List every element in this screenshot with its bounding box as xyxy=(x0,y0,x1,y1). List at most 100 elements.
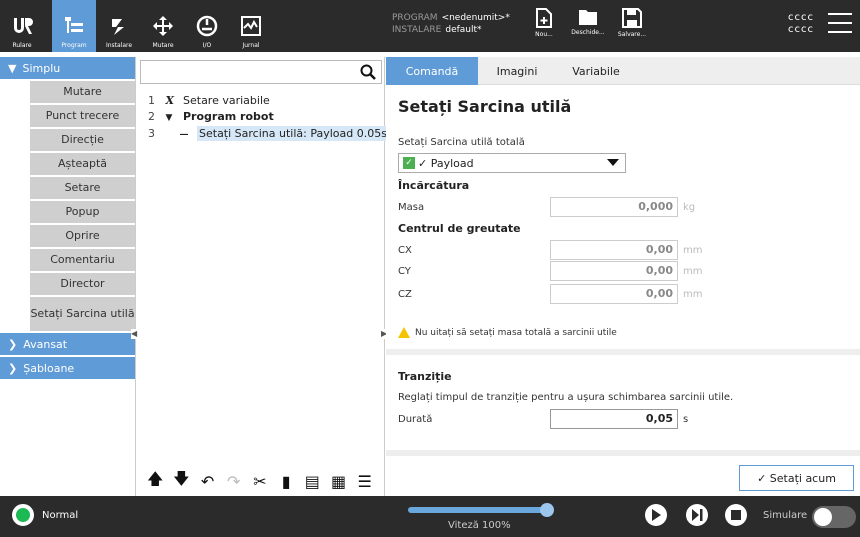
move-up-icon[interactable]: 🡅 xyxy=(144,468,166,495)
node-palette: ▼ Simplu Mutare Punct trecere Direcție A… xyxy=(0,57,135,496)
duration-field[interactable]: 0,05 xyxy=(550,409,678,429)
cz-label: CZ xyxy=(398,289,412,300)
log-tab-label: Jurnal xyxy=(242,42,260,49)
installation-icon xyxy=(106,13,132,39)
save-label: Salvare... xyxy=(617,31,647,38)
speed-slider[interactable] xyxy=(408,503,554,517)
tree-line-selected[interactable]: 3 — Setați Sarcina utilă: Payload 0.05s xyxy=(148,126,389,141)
warning-message: Nu uitați să setați masa totală a sarcin… xyxy=(398,327,617,338)
simulation-toggle[interactable] xyxy=(812,506,856,528)
new-file-icon xyxy=(536,8,552,28)
collapse-left-handle[interactable]: ◀ xyxy=(131,329,139,339)
copy-icon[interactable]: ▮ xyxy=(275,472,297,491)
nav-item-punct-trecere[interactable]: Punct trecere xyxy=(30,105,135,127)
robot-status[interactable]: Normal xyxy=(12,504,78,526)
installation-label: INSTALARE xyxy=(392,25,442,35)
nav-item-setati-sarcina[interactable]: Setați Sarcina utilă xyxy=(30,297,135,331)
program-name: <nedenumit>* xyxy=(441,13,510,23)
header-bar: Rulare Program Instalare Mutare I/O Jurn… xyxy=(0,0,860,52)
log-tab-button[interactable]: Jurnal xyxy=(229,0,273,52)
transition-description: Reglați timpul de tranziție pentru a ușu… xyxy=(398,392,734,403)
new-program-button[interactable]: Nou... xyxy=(522,8,566,48)
cy-label: CY xyxy=(398,266,411,277)
toggle-knob xyxy=(814,508,832,526)
cy-field[interactable]: 0,00 xyxy=(550,261,678,281)
mass-field[interactable]: 0,000 xyxy=(550,197,678,217)
move-down-icon[interactable]: 🡇 xyxy=(170,468,192,495)
warning-icon xyxy=(398,327,410,338)
cx-field[interactable]: 0,00 xyxy=(550,240,678,260)
page-title: Setați Sarcina utilă xyxy=(398,97,572,116)
search-icon[interactable] xyxy=(360,64,376,80)
chevron-right-icon: ❯ xyxy=(8,337,18,351)
section-divider xyxy=(386,450,860,456)
line-number: 1 xyxy=(148,94,155,107)
nav-item-asteapta[interactable]: Așteaptă xyxy=(30,153,135,175)
expand-arrow-icon[interactable]: ▼ xyxy=(166,113,180,123)
category-sabloane-label: Șabloane xyxy=(23,361,75,375)
cz-field[interactable]: 0,00 xyxy=(550,284,678,304)
transition-section-title: Tranziție xyxy=(398,370,452,383)
nav-item-directie[interactable]: Direcție xyxy=(30,129,135,151)
tree-line[interactable]: 1 X Setare variabile xyxy=(148,94,270,107)
total-payload-label: Setați Sarcina utilă totală xyxy=(398,137,525,148)
run-tab-label: Rulare xyxy=(12,42,32,49)
payload-select-value: ✓ Payload xyxy=(418,156,474,170)
io-tab-label: I/O xyxy=(202,42,212,49)
tab-imagini[interactable]: Imagini xyxy=(478,57,556,85)
installation-tab-button[interactable]: Instalare xyxy=(97,0,141,52)
nav-item-oprire[interactable]: Oprire xyxy=(30,225,135,247)
payload-select[interactable]: ✓ ✓ Payload xyxy=(398,153,626,173)
speed-slider-knob[interactable] xyxy=(540,503,554,517)
play-button[interactable] xyxy=(645,504,667,526)
mass-label: Masa xyxy=(398,202,425,213)
program-tab-label: Program xyxy=(61,42,87,49)
suppress-icon[interactable]: ☰ xyxy=(354,472,376,491)
save-program-button[interactable]: Salvare... xyxy=(610,8,654,48)
nav-item-popup[interactable]: Popup xyxy=(30,201,135,223)
line-number: 3 xyxy=(148,127,155,140)
app-window: Rulare Program Instalare Mutare I/O Jurn… xyxy=(0,0,860,537)
cut-icon[interactable]: ✂ xyxy=(249,472,271,491)
speed-label: Viteză 100% xyxy=(448,520,511,531)
program-info: PROGRAM <nedenumit>* INSTALARE default* xyxy=(392,12,510,36)
hamburger-menu-icon[interactable] xyxy=(828,13,852,35)
paste-icon[interactable]: ▤ xyxy=(301,472,323,491)
tree-search-input[interactable] xyxy=(140,60,382,84)
cog-section-title: Centrul de greutate xyxy=(398,222,521,235)
user-info: cccc cccc xyxy=(788,12,814,36)
undo-icon[interactable]: ↶ xyxy=(197,472,219,491)
category-avansat[interactable]: ❯ Avansat xyxy=(0,333,135,355)
program-icon xyxy=(61,13,87,39)
line-number: 2 xyxy=(148,110,155,123)
program-tab-button[interactable]: Program xyxy=(52,0,96,52)
load-section-title: Încărcătura xyxy=(398,179,470,192)
io-tab-button[interactable]: I/O xyxy=(185,0,229,52)
tree-line[interactable]: 2 ▼ Program robot xyxy=(148,110,274,123)
tab-comanda[interactable]: Comandă xyxy=(386,57,478,85)
program-tree-panel: ◀ 1 X Setare variabile 2 ▼ Program robot… xyxy=(131,57,389,496)
move-tab-button[interactable]: Mutare xyxy=(141,0,185,52)
stop-button[interactable] xyxy=(725,504,747,526)
cx-label: CX xyxy=(398,245,412,256)
tab-variabile[interactable]: Variabile xyxy=(556,57,636,85)
tree-toolbar: 🡅 🡇 ↶ ↷ ✂ ▮ ▤ ▦ ☰ xyxy=(136,466,384,496)
run-tab-button[interactable]: Rulare xyxy=(0,0,44,52)
nav-item-comentariu[interactable]: Comentariu xyxy=(30,249,135,271)
category-sabloane[interactable]: ❯ Șabloane xyxy=(0,357,135,379)
simulation-label: Simulare xyxy=(763,510,808,521)
nav-item-setare[interactable]: Setare xyxy=(30,177,135,199)
nav-item-director[interactable]: Director xyxy=(30,273,135,295)
move-icon xyxy=(150,13,176,39)
redo-icon[interactable]: ↷ xyxy=(223,472,245,491)
installation-name: default* xyxy=(445,25,482,35)
open-folder-icon xyxy=(579,10,597,25)
open-program-button[interactable]: Deschide... xyxy=(566,8,610,48)
step-button[interactable] xyxy=(686,504,708,526)
status-text: Normal xyxy=(42,509,79,521)
category-simplu[interactable]: ▼ Simplu xyxy=(0,57,135,79)
delete-icon[interactable]: ▦ xyxy=(328,472,350,491)
set-now-button[interactable]: ✓ Setați acum xyxy=(739,465,854,491)
nav-item-mutare[interactable]: Mutare xyxy=(30,81,135,103)
tree-line-text: Setați Sarcina utilă: Payload 0.05s xyxy=(197,126,389,141)
